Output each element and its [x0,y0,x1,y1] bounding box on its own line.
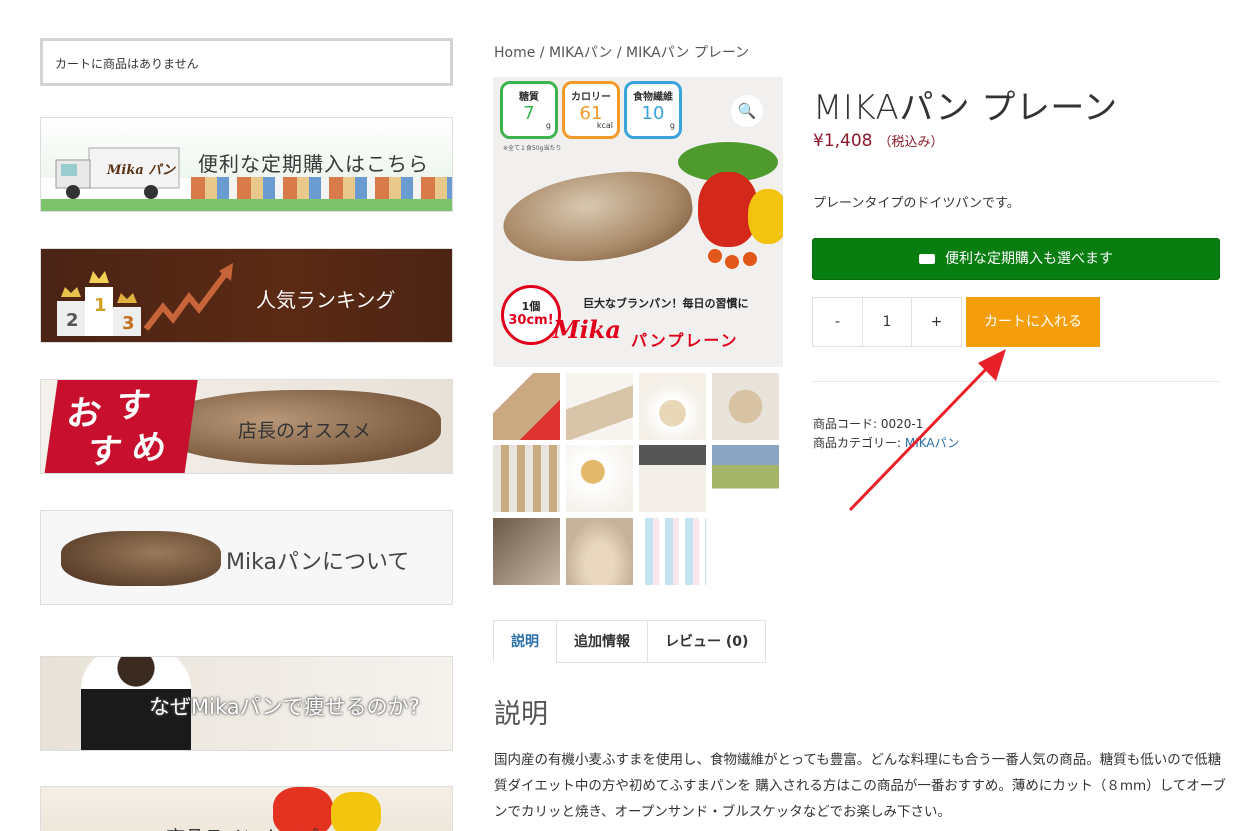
subscription-banner[interactable]: Mika パン 便利な定期購入はこちら [40,117,453,212]
thumbnail[interactable] [493,518,560,585]
description-text: 国内産の有機小麦ふすまを使用し、食物繊維がとっても豊富。どんな料理にも合う一番人… [494,752,1226,820]
bread-image [498,162,698,273]
thumbnail[interactable] [493,373,560,440]
banner-label: 便利な定期購入はこちら [198,152,429,176]
mika-logo: Mika [553,315,621,344]
thumbnail[interactable] [639,445,706,512]
size-badge: 1個 30cm! [501,285,561,345]
magnifier-icon[interactable]: 🔍 [731,95,763,127]
thumbnail[interactable] [566,445,633,512]
quantity-input[interactable]: 1 [862,297,912,347]
product-title: MIKAパン プレーン [813,88,1118,128]
truck-logo: Mika パン [106,163,176,178]
tomato-image [725,255,739,269]
thumbnail[interactable] [566,373,633,440]
breadcrumb-current: MIKAパン プレーン [626,45,750,61]
tomato-image [743,252,757,266]
trend-arrow-icon [143,263,233,331]
svg-text:3: 3 [122,313,135,334]
quantity-increment-button[interactable]: + [911,297,962,347]
yellow-pepper-image [748,189,783,244]
banner-label: Mikaパンについて [226,550,410,575]
section-title: 説明 [494,699,548,730]
recommend-banner[interactable]: お す す め 店長のオススメ [40,379,453,474]
product-main-image[interactable]: 糖質 7 g カロリー 61 kcal 食物繊維 10 g ※全て１食50g当た… [493,77,783,367]
banner-label: 商品ラインナップ [166,823,318,831]
subscription-button-label: 便利な定期購入も選べます [945,251,1113,267]
nutrition-carbs: 糖質 7 g [500,81,558,139]
product-tabs: 説明 追加情報 レビュー (0) [493,620,767,663]
houses-illustration [191,177,452,199]
pepper-image [331,792,381,831]
breadcrumb-category[interactable]: MIKAパン [549,45,612,61]
thumbnail[interactable] [493,445,560,512]
quantity-decrement-button[interactable]: - [812,297,863,347]
sliced-bread-image [61,531,221,586]
price-value: ¥1,408 [813,131,873,151]
tab-description[interactable]: 説明 [493,620,557,663]
nutrition-calories: カロリー 61 kcal [562,81,620,139]
why-banner[interactable]: なぜMikaパンで痩せるのか? [40,656,453,751]
catchphrase: 巨大なブランパン！毎日の習慣に [583,297,749,310]
thumbnail[interactable] [712,445,779,512]
nutrition-fiber: 食物繊維 10 g [624,81,682,139]
banner-label: 店長のオススメ [238,420,372,442]
subscription-button[interactable]: 便利な定期購入も選べます [812,238,1220,280]
tomato-image [708,249,722,263]
banner-label: なぜMikaパンで痩せるのか? [149,695,420,719]
cart-empty-text: カートに商品はありません [55,57,199,71]
add-to-cart-button[interactable]: カートに入れる [966,297,1100,347]
podium-icon: 2 1 3 [57,271,141,336]
annotation-arrow [848,349,1006,512]
breadcrumb-home[interactable]: Home [494,45,535,61]
tab-reviews[interactable]: レビュー (0) [647,620,767,663]
thumbnail[interactable] [712,373,779,440]
thumbnail[interactable] [639,373,706,440]
truck-icon [919,254,935,264]
ranking-banner[interactable]: 2 1 3 人気ランキング [40,248,453,343]
banner-label: 人気ランキング [256,288,396,312]
lineup-banner[interactable]: 商品ラインナップ [40,786,453,831]
product-image-subtitle: パンプレーン [631,331,739,350]
cart-widget: カートに商品はありません [40,38,453,86]
svg-text:2: 2 [66,310,79,331]
breadcrumb: Home / MIKAパン / MIKAパン プレーン [494,45,750,61]
thumbnail[interactable] [566,518,633,585]
tab-additional-info[interactable]: 追加情報 [556,620,648,663]
short-description: プレーンタイプのドイツパンです。 [813,196,1020,211]
truck-icon: Mika パン [55,147,180,199]
svg-text:1: 1 [94,295,107,316]
about-banner[interactable]: Mikaパンについて [40,510,453,605]
product-price: ¥1,408 （税込み） [813,131,944,151]
osusume-badge: お す す め [44,380,198,473]
nutrition-note: ※全て１食50g当たり [503,145,562,152]
tax-note: （税込み） [878,135,944,150]
thumbnail[interactable] [639,518,706,585]
